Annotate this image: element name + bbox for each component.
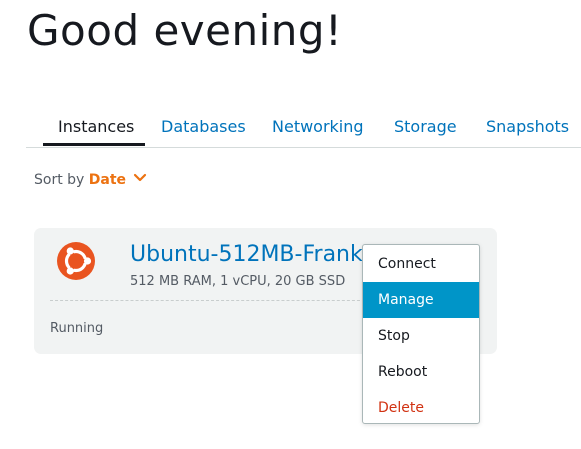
tab-bar: Instances Databases Networking Storage S… [26,113,581,148]
tab-databases[interactable]: Databases [161,117,246,136]
instance-name-link[interactable]: Ubuntu-512MB-Frankfu [130,242,384,267]
instance-status: Running [50,321,104,336]
chevron-down-icon[interactable] [133,171,147,187]
menu-item-stop[interactable]: Stop [363,318,479,354]
sort-value-dropdown[interactable]: Date [89,172,126,188]
menu-item-manage[interactable]: Manage [363,282,479,318]
tab-networking[interactable]: Networking [272,117,364,136]
card-divider [50,300,370,301]
page: Good evening! Instances Databases Networ… [0,0,581,449]
ubuntu-logo-icon [56,241,96,281]
menu-item-delete[interactable]: Delete [363,390,479,426]
instance-action-menu: Connect Manage Stop Reboot Delete [362,244,480,424]
tab-snapshots[interactable]: Snapshots [486,117,569,136]
active-tab-indicator [43,143,145,146]
sort-control: Sort by Date [34,172,147,188]
tab-instances[interactable]: Instances [58,117,134,136]
sort-label: Sort by [34,172,85,188]
tab-storage[interactable]: Storage [394,117,457,136]
greeting-heading: Good evening! [27,6,343,55]
menu-item-connect[interactable]: Connect [363,246,479,282]
menu-item-reboot[interactable]: Reboot [363,354,479,390]
instance-specs: 512 MB RAM, 1 vCPU, 20 GB SSD [130,274,346,289]
